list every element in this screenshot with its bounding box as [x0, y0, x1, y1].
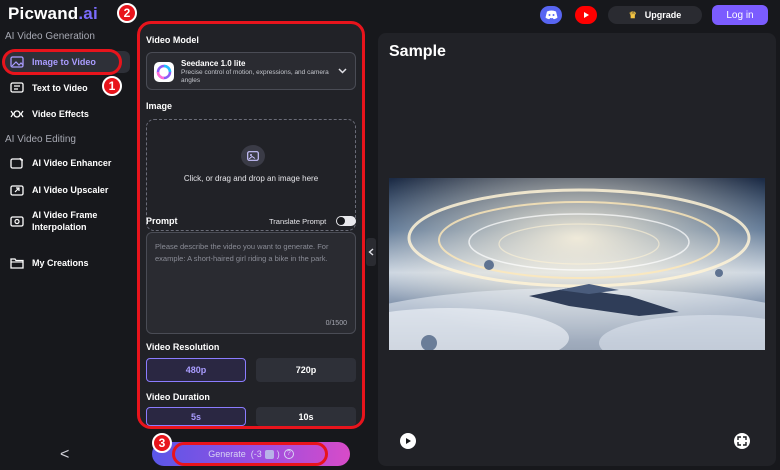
play-icon — [406, 438, 411, 444]
generation-panel: Video Model Seedance 1.0 lite Precise co… — [140, 24, 362, 428]
frame-icon — [10, 216, 24, 227]
sidebar-item-label: AI Video Frame Interpolation — [32, 210, 98, 232]
fullscreen-button[interactable] — [734, 433, 750, 449]
prompt-input[interactable]: Please describe the video you want to ge… — [146, 232, 356, 334]
upgrade-button[interactable]: ♛ Upgrade — [608, 6, 702, 24]
sample-video-preview[interactable] — [389, 178, 765, 350]
image-label: Image — [146, 101, 173, 111]
sidebar-item-my-creations[interactable]: My Creations — [4, 252, 130, 274]
collapse-sidebar-button[interactable]: < — [60, 446, 69, 464]
annotation-badge-3: 3 — [152, 433, 172, 453]
play-button[interactable] — [400, 433, 416, 449]
fullscreen-icon — [737, 436, 747, 446]
folder-icon — [10, 258, 24, 269]
annotation-badge-1: 1 — [102, 76, 122, 96]
sidebar-item-label: Text to Video — [32, 83, 88, 93]
video-model-select[interactable]: Seedance 1.0 lite Precise control of mot… — [146, 52, 356, 90]
resolution-option-480p[interactable]: 480p — [146, 358, 246, 382]
video-model-label: Video Model — [146, 35, 199, 45]
model-logo-icon — [154, 62, 174, 82]
prompt-placeholder: Please describe the video you want to ge… — [155, 242, 329, 263]
sidebar-item-image-to-video[interactable]: Image to Video — [4, 51, 130, 73]
image-dropzone[interactable]: Click, or drag and drop an image here — [146, 119, 356, 231]
prompt-label: Prompt — [146, 216, 178, 226]
translate-prompt-toggle[interactable] — [336, 216, 356, 226]
youtube-button[interactable] — [575, 6, 597, 24]
credit-coin-icon — [264, 449, 274, 459]
section-label-generation: AI Video Generation — [5, 31, 95, 42]
sidebar-item-label: Image to Video — [32, 57, 96, 67]
generate-button[interactable]: Generate (-3)? — [152, 442, 350, 466]
collapse-panel-button[interactable] — [366, 238, 376, 266]
login-button[interactable]: Log in — [712, 5, 768, 25]
sidebar-item-frame-interpolation[interactable]: AI Video Frame Interpolation — [4, 207, 130, 235]
sample-title: Sample — [389, 43, 446, 60]
dropzone-text: Click, or drag and drop an image here — [183, 174, 319, 183]
help-icon[interactable]: ? — [283, 449, 294, 459]
section-label-editing: AI Video Editing — [5, 134, 76, 145]
sidebar-item-label: AI Video Enhancer — [32, 158, 112, 168]
sidebar: Picwand.ai AI Video Generation Image to … — [0, 0, 138, 470]
sample-panel: Sample — [378, 33, 776, 466]
upscaler-icon — [10, 185, 24, 196]
sidebar-item-label: My Creations — [32, 258, 89, 268]
sidebar-item-video-enhancer[interactable]: AI Video Enhancer — [4, 152, 130, 174]
chevron-left-icon — [368, 248, 374, 256]
effects-icon — [10, 110, 24, 118]
upload-image-icon — [241, 145, 265, 167]
chevron-down-icon — [338, 66, 347, 76]
duration-label: Video Duration — [146, 392, 210, 402]
model-description: Precise control of motion, expressions, … — [181, 69, 329, 84]
brand-logo[interactable]: Picwand.ai — [8, 4, 98, 24]
youtube-icon — [584, 12, 589, 18]
discord-button[interactable] — [540, 6, 562, 24]
prompt-char-counter: 0/1500 — [325, 320, 347, 327]
text-icon — [10, 82, 24, 93]
crown-icon: ♛ — [628, 9, 637, 20]
sample-video-image — [389, 178, 765, 350]
image-icon — [10, 56, 24, 68]
resolution-option-720p[interactable]: 720p — [256, 358, 356, 382]
sidebar-item-video-upscaler[interactable]: AI Video Upscaler — [4, 179, 130, 201]
sidebar-item-video-effects[interactable]: Video Effects — [4, 103, 130, 125]
translate-prompt-label: Translate Prompt — [269, 217, 327, 226]
discord-icon — [545, 10, 557, 20]
annotation-badge-2: 2 — [117, 3, 137, 23]
enhancer-icon — [10, 157, 23, 169]
resolution-label: Video Resolution — [146, 342, 220, 352]
model-name: Seedance 1.0 lite — [181, 59, 246, 68]
duration-option-5s[interactable]: 5s — [146, 407, 246, 426]
sidebar-item-label: Video Effects — [32, 109, 89, 119]
sidebar-item-label: AI Video Upscaler — [32, 185, 109, 195]
duration-option-10s[interactable]: 10s — [256, 407, 356, 426]
